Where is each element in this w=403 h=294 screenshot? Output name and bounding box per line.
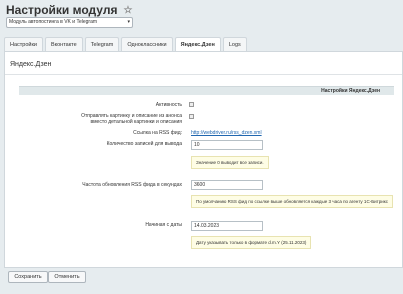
divider bbox=[5, 74, 402, 75]
tab-vkontakte[interactable]: Вконтакте bbox=[44, 37, 83, 51]
update-frequency-note: По умолчанию RSS фид по ссылке выше обно… bbox=[191, 195, 394, 208]
tab-logs[interactable]: Logs bbox=[222, 37, 247, 51]
tab-settings[interactable]: Настройки bbox=[4, 37, 43, 51]
send-preview-checkbox[interactable] bbox=[189, 114, 194, 119]
save-button[interactable]: Сохранить bbox=[8, 271, 48, 283]
star-icon[interactable]: ☆ bbox=[123, 5, 132, 16]
rss-link-label: Ссылка на RSS фид: bbox=[133, 130, 182, 136]
records-count-note: Значение 0 выводит все записи. bbox=[191, 156, 269, 169]
chevron-down-icon: ▾ bbox=[127, 19, 130, 25]
tab-bar: Настройки Вконтакте Telegram Одноклассни… bbox=[4, 37, 249, 51]
section-header: Настройки Яндекс.Дзен bbox=[19, 86, 394, 95]
module-select[interactable]: Модуль автопостинга в VK и Telegram ▾ bbox=[6, 17, 133, 28]
settings-panel: Яндекс.Дзен Настройки Яндекс.Дзен Активн… bbox=[4, 51, 403, 268]
start-date-input[interactable]: 14.03.2023 bbox=[191, 221, 263, 231]
active-label: Активность bbox=[155, 102, 182, 108]
records-count-input[interactable]: 10 bbox=[191, 140, 263, 150]
page-title: Настройки модуля ☆ bbox=[6, 3, 133, 17]
update-frequency-input[interactable]: 3600 bbox=[191, 180, 263, 190]
active-checkbox[interactable] bbox=[189, 102, 194, 107]
rss-link[interactable]: http://webdriver.ru/rss_dzen.xml bbox=[191, 130, 262, 136]
panel-title: Яндекс.Дзен bbox=[10, 61, 52, 68]
records-count-label: Количество записей для вывода bbox=[106, 141, 182, 147]
tab-odnoklassniki[interactable]: Одноклассники bbox=[121, 37, 173, 51]
send-preview-label-line2: вместо детальной картинки и описания bbox=[90, 119, 182, 125]
start-date-note: Дату указывать только в формате d.m.Y (2… bbox=[191, 236, 312, 249]
tab-yandex-dzen[interactable]: Яндекс.Дзен bbox=[174, 37, 221, 51]
update-frequency-label: Частота обновления RSS фида в секундах bbox=[82, 182, 182, 188]
tab-telegram[interactable]: Telegram bbox=[84, 37, 120, 51]
start-date-label: Начиная с даты bbox=[145, 222, 182, 228]
cancel-button[interactable]: Отменить bbox=[48, 271, 86, 283]
